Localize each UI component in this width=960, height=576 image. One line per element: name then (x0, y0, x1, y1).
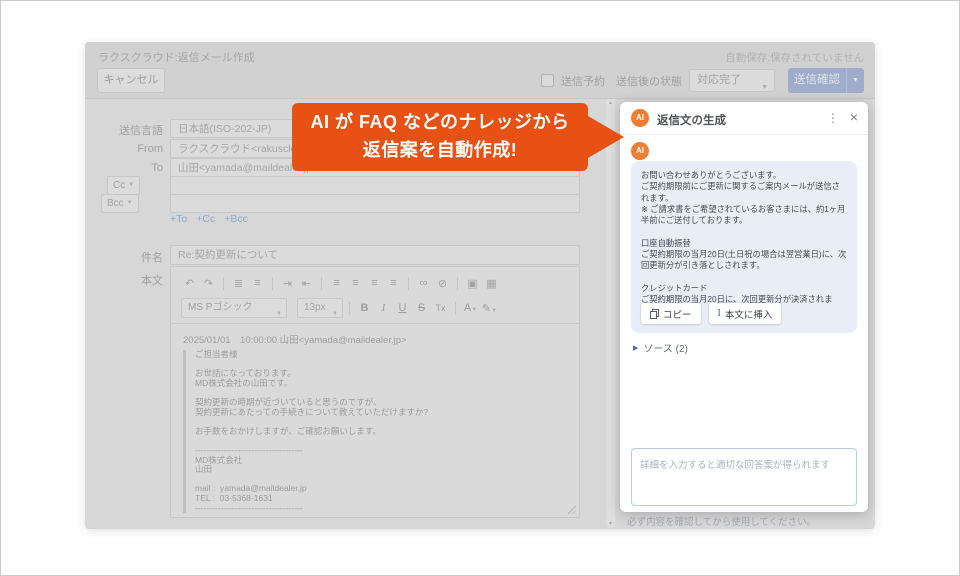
send-confirm-button[interactable]: 送信確認 (788, 68, 846, 93)
underline-icon[interactable]: U (394, 302, 411, 314)
quoted-mail-body: ご担当者様 お世話になっております。 MD株式会社の山田です。 契約更新の時期が… (183, 350, 567, 513)
copy-button[interactable]: コピー (641, 303, 701, 324)
highlight-icon[interactable]: ✎▼ (481, 302, 498, 315)
insert-cursor-icon: I (718, 308, 721, 319)
ai-reply-panel: AI 返信文の生成 ⋮ × AI お問い合わせありがとうございます。 ご契約期限… (620, 102, 868, 512)
window-header: ラクスクラウド:返信メール作成 自動保存:保存されていません キャンセル 送信予… (85, 42, 875, 99)
chevron-down-icon: ▼ (276, 305, 282, 318)
to-label: To (93, 162, 163, 174)
indent-icon[interactable]: ⇥ (279, 277, 296, 290)
ai-panel-title: 返信文の生成 (657, 112, 726, 128)
chevron-down-icon: ▼ (332, 305, 338, 318)
sources-label: ソース (2) (643, 340, 688, 355)
image-icon[interactable]: ▣ (464, 277, 481, 290)
quoted-mail-header: 2025/01/01 10:00:00 山田<yamada@maildealer… (183, 332, 567, 346)
font-family-select[interactable]: MS Pゴシック ▼ (181, 298, 287, 318)
scroll-up-icon[interactable]: ▲ (606, 100, 615, 106)
chevron-down-icon: ▼ (761, 77, 768, 98)
cc-input[interactable] (170, 176, 580, 195)
editor-content[interactable]: 2025/01/01 10:00:00 山田<yamada@maildealer… (171, 324, 579, 517)
editor-toolbar-row2: MS Pゴシック ▼ 13px ▼ B I U S Tx A▼ ✎▼ (171, 296, 579, 320)
subject-input[interactable]: Re:契約更新について (170, 245, 580, 265)
post-send-status-select[interactable]: 対応完了 ▼ (689, 69, 775, 92)
strikethrough-icon[interactable]: S (413, 302, 430, 314)
ai-message-badge-icon: AI (631, 142, 649, 160)
font-size-select[interactable]: 13px ▼ (297, 298, 343, 318)
callout-line2: 返信案を自動作成! (292, 136, 588, 164)
italic-icon[interactable]: I (375, 302, 392, 314)
video-icon[interactable]: ▦ (483, 277, 500, 290)
cancel-button[interactable]: キャンセル (97, 68, 165, 93)
window-scrollbar[interactable]: ▲ ▼ (606, 99, 615, 528)
unlink-icon[interactable]: ⊘ (434, 277, 451, 290)
subject-label: 件名 (93, 249, 163, 265)
undo-icon[interactable]: ↶ (181, 277, 198, 290)
add-to-link[interactable]: +To (170, 213, 187, 225)
align-center-icon[interactable]: ≡ (347, 277, 364, 289)
insert-body-button[interactable]: I 本文に挿入 (709, 303, 782, 324)
ai-answer-bubble: お問い合わせありがとうございます。 ご契約期限前にご更新に関するご案内メールが送… (631, 161, 857, 333)
close-icon[interactable]: × (850, 109, 858, 125)
chevron-down-icon: ▼ (128, 182, 134, 188)
language-label: 送信言語 (93, 122, 163, 138)
chevron-down-icon: ▼ (127, 200, 133, 206)
promo-callout: AI が FAQ などのナレッジから 返信案を自動作成! (292, 103, 588, 171)
sources-toggle[interactable]: ▶ ソース (2) (633, 340, 688, 355)
scroll-down-icon[interactable]: ▼ (606, 521, 615, 527)
link-icon[interactable]: ∞ (415, 277, 432, 289)
bcc-input[interactable] (170, 194, 580, 213)
send-options-arrow-button[interactable]: ▼ (846, 68, 864, 93)
editor-toolbar-row1: ↶ ↷ ≣ ≡ ⇥ ⇤ ≡ ≡ ≡ ≡ ∞ ⊘ ▣ ▦ (171, 271, 579, 295)
ai-usage-note: 必ず内容を確認してから使用してください。 (627, 514, 816, 528)
window-title: ラクスクラウド:返信メール作成 (98, 49, 255, 65)
add-bcc-link[interactable]: +Bcc (224, 213, 248, 225)
ai-panel-header: AI 返信文の生成 ⋮ × (620, 102, 868, 135)
body-label: 本文 (93, 272, 163, 288)
post-send-status-label: 送信後の状態 (616, 73, 682, 89)
bold-icon[interactable]: B (356, 302, 373, 314)
kebab-menu-icon[interactable]: ⋮ (827, 111, 839, 125)
cc-selector[interactable]: Cc▼ (107, 176, 140, 195)
from-label: From (93, 143, 163, 155)
outdent-icon[interactable]: ⇤ (298, 277, 315, 290)
add-cc-link[interactable]: +Cc (196, 213, 215, 225)
redo-icon[interactable]: ↷ (200, 277, 217, 290)
align-left-icon[interactable]: ≡ (328, 277, 345, 289)
bullet-list-icon[interactable]: ≡ (249, 277, 266, 289)
send-reserve-label: 送信予約 (561, 73, 605, 89)
triangle-right-icon: ▶ (633, 344, 638, 352)
callout-line1: AI が FAQ などのナレッジから (292, 108, 588, 136)
ai-badge-icon: AI (631, 109, 649, 127)
send-reserve-checkbox[interactable] (541, 74, 554, 87)
align-right-icon[interactable]: ≡ (366, 277, 383, 289)
justify-icon[interactable]: ≡ (385, 277, 402, 289)
autosave-status: 自動保存:保存されていません (725, 50, 864, 65)
body-editor[interactable]: ↶ ↷ ≣ ≡ ⇥ ⇤ ≡ ≡ ≡ ≡ ∞ ⊘ ▣ ▦ MS Pゴシック ▼ (170, 266, 580, 518)
copy-icon (650, 309, 659, 319)
ai-detail-input[interactable] (631, 448, 857, 506)
callout-arrow (588, 116, 624, 158)
font-color-icon[interactable]: A▼ (462, 302, 479, 314)
ordered-list-icon[interactable]: ≣ (230, 277, 247, 290)
bcc-selector[interactable]: Bcc▼ (101, 194, 139, 213)
ai-answer-text: お問い合わせありがとうございます。 ご契約期限前にご更新に関するご案内メールが送… (641, 170, 847, 317)
clear-format-icon[interactable]: Tx (432, 303, 449, 313)
